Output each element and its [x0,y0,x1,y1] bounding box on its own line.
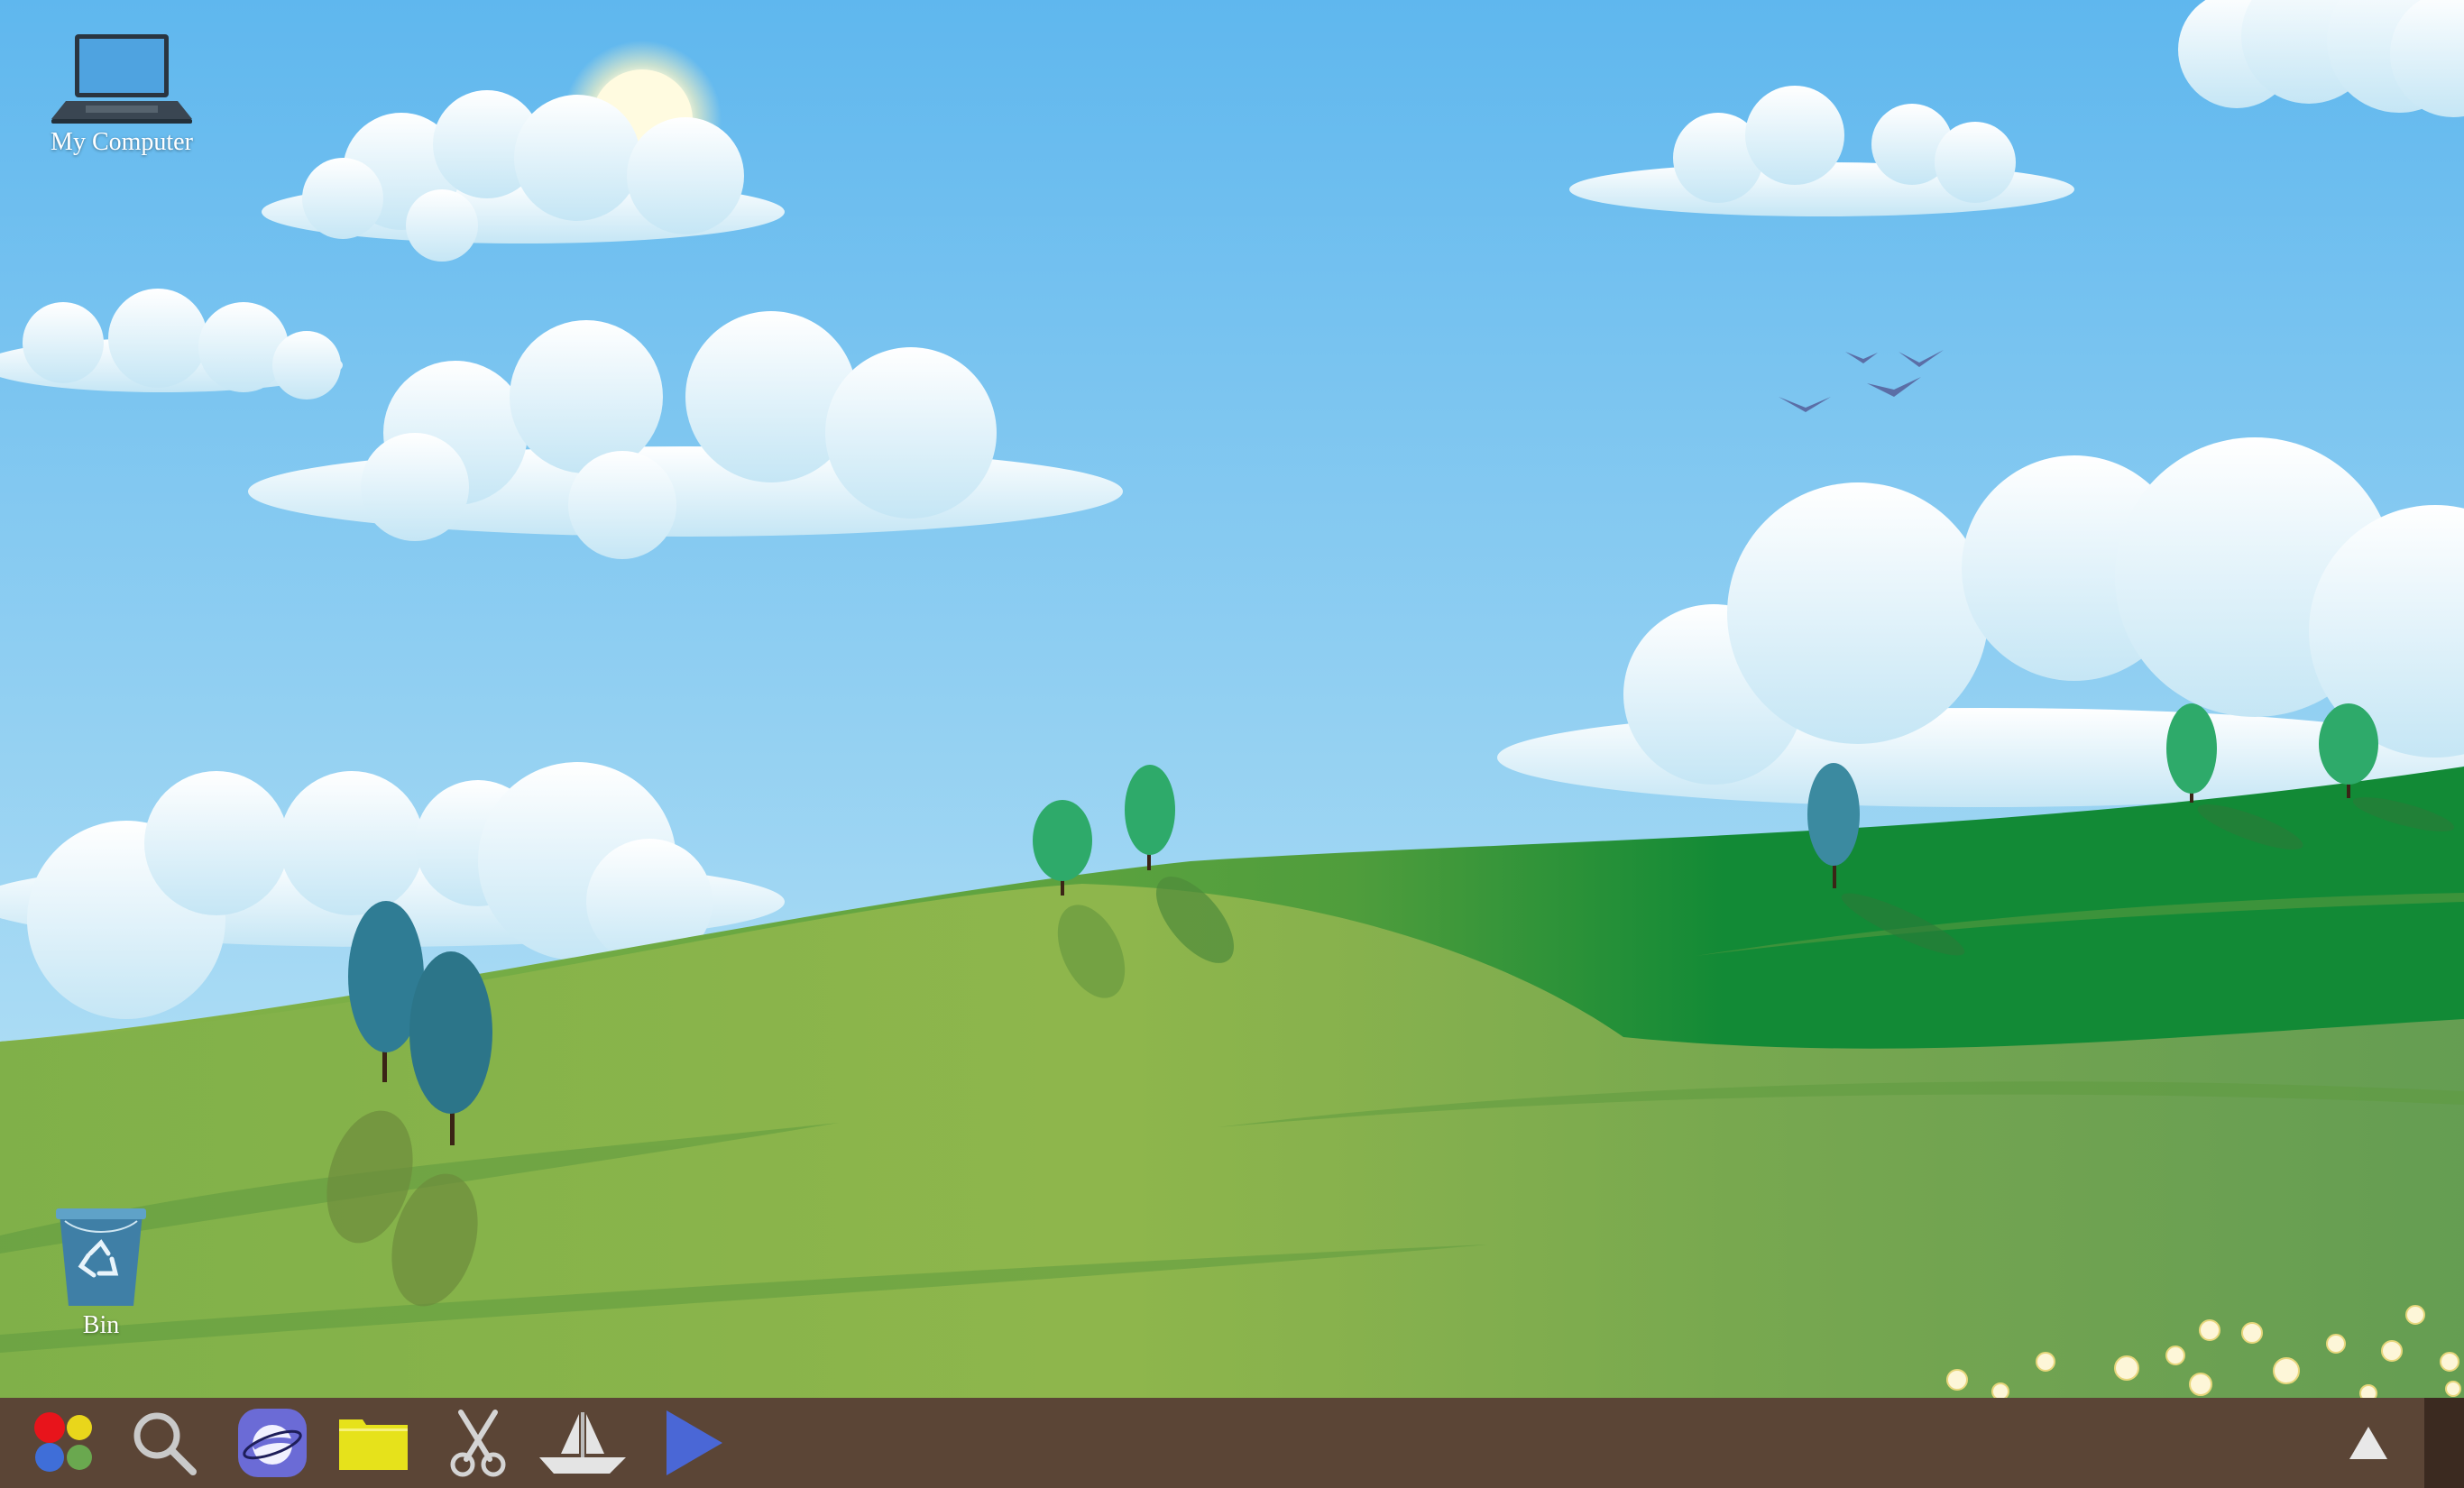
desktop-icon-label: Bin [82,1311,120,1339]
taskbar [0,1398,2464,1488]
sailboat-icon [539,1412,626,1474]
scissors-icon [450,1410,506,1477]
tray-expand-button[interactable] [2323,1407,2413,1479]
screenshot-button[interactable] [433,1407,523,1479]
show-desktop-button[interactable] [2424,1398,2464,1488]
desktop-icon-my-computer[interactable]: My Computer [36,31,207,157]
folder-icon [339,1419,408,1470]
planet-browser-icon [238,1409,307,1477]
app-menu-dots-icon [34,1412,92,1472]
recycle-bin-icon [56,1208,146,1306]
cloud-corner-right [2178,0,2464,117]
media-player-button[interactable] [649,1407,740,1479]
app-menu-button[interactable] [20,1407,110,1479]
search-icon [133,1412,197,1475]
laptop-icon [51,34,192,124]
desktop-icon-label: My Computer [51,128,193,156]
desktop-icon-bin[interactable]: Bin [36,1208,166,1340]
triangle-up-icon [2349,1427,2387,1459]
play-icon [667,1410,722,1475]
files-button[interactable] [328,1407,418,1479]
desktop-wallpaper [0,0,2464,1398]
sailboat-button[interactable] [538,1407,628,1479]
browser-button[interactable] [227,1407,317,1479]
search-button[interactable] [119,1407,209,1479]
